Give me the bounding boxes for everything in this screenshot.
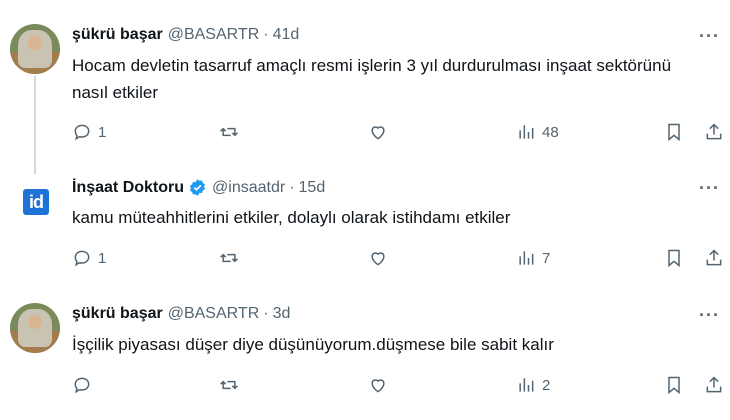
more-options-button[interactable]: ··· (699, 178, 720, 199)
share-icon (706, 376, 722, 393)
verified-badge-icon (190, 179, 205, 196)
views-button[interactable]: 48 (516, 122, 559, 142)
tweet-actions: 1 48 (72, 122, 722, 146)
insaat-doktoru-logo: id (23, 189, 49, 215)
retweet-button[interactable] (219, 248, 239, 268)
display-name[interactable]: şükrü başar (72, 26, 163, 44)
like-button[interactable] (368, 375, 388, 395)
tweet-text: Hocam devletin tasarruf amaçlı resmi işl… (72, 56, 672, 102)
views-count: 7 (542, 249, 551, 267)
reply-icon (74, 250, 90, 267)
tweet-text: İşçilik piyasası düşer diye düşünüyorum.… (72, 335, 554, 354)
views-button[interactable]: 7 (516, 248, 550, 268)
retweet-button[interactable] (219, 122, 239, 142)
tweet-text: kamu müteahhitlerini etkiler, dolaylı ol… (72, 208, 511, 227)
bookmark-icon (668, 249, 680, 268)
bookmark-button[interactable] (664, 122, 684, 142)
timestamp[interactable]: 3d (273, 305, 291, 323)
like-button[interactable] (368, 122, 388, 142)
bookmark-icon (668, 376, 680, 395)
reply-icon (74, 124, 90, 141)
share-button[interactable] (704, 248, 724, 268)
share-icon (706, 123, 722, 140)
reply-icon (74, 377, 90, 394)
more-options-button[interactable]: ··· (699, 26, 720, 47)
tweet[interactable]: şükrü başar @BASARTR · 3d ··· İşçilik pi… (0, 303, 730, 413)
timestamp[interactable]: 15d (299, 179, 326, 197)
separator: · (263, 305, 269, 322)
tweet-header: İnşaat Doktoru @insaatdr · 15d (72, 178, 325, 197)
separator: · (263, 26, 269, 43)
analytics-icon (519, 378, 534, 392)
more-options-button[interactable]: ··· (699, 305, 720, 326)
reply-button[interactable]: 1 (72, 122, 106, 142)
reply-count: 1 (98, 123, 107, 141)
retweet-icon (220, 380, 238, 390)
avatar[interactable] (10, 303, 60, 353)
user-handle[interactable]: @BASARTR (168, 26, 260, 44)
avatar[interactable]: id (12, 178, 60, 226)
user-handle[interactable]: @insaatdr (212, 179, 285, 197)
tweet-actions: 2 (72, 375, 722, 399)
retweet-button[interactable] (219, 375, 239, 395)
reply-button[interactable] (72, 375, 98, 395)
tweet-header: şükrü başar @BASARTR · 41d (72, 26, 299, 44)
bookmark-button[interactable] (664, 248, 684, 268)
heart-icon (371, 126, 385, 140)
retweet-icon (220, 253, 238, 263)
share-button[interactable] (704, 122, 724, 142)
bookmark-icon (668, 123, 680, 142)
share-button[interactable] (704, 375, 724, 395)
bookmark-button[interactable] (664, 375, 684, 395)
analytics-icon (519, 125, 534, 139)
views-count: 48 (542, 123, 559, 141)
heart-icon (371, 379, 385, 393)
tweet[interactable]: id İnşaat Doktoru @insaatdr · 15d ··· ka… (0, 176, 730, 296)
tweet-actions: 1 7 (72, 248, 722, 272)
separator: · (289, 178, 295, 196)
reply-count: 1 (98, 249, 107, 267)
tweet-header: şükrü başar @BASARTR · 3d (72, 305, 290, 323)
user-handle[interactable]: @BASARTR (168, 305, 260, 323)
share-icon (706, 249, 722, 266)
tweet[interactable]: şükrü başar @BASARTR · 41d ··· Hocam dev… (0, 24, 730, 154)
timestamp[interactable]: 41d (273, 26, 300, 44)
retweet-icon (220, 127, 238, 137)
views-button[interactable]: 2 (516, 375, 550, 395)
like-button[interactable] (368, 248, 388, 268)
heart-icon (371, 252, 385, 266)
display-name[interactable]: İnşaat Doktoru (72, 179, 184, 197)
display-name[interactable]: şükrü başar (72, 305, 163, 323)
reply-button[interactable]: 1 (72, 248, 106, 268)
analytics-icon (519, 251, 534, 265)
avatar[interactable] (10, 24, 60, 74)
views-count: 2 (542, 376, 551, 394)
